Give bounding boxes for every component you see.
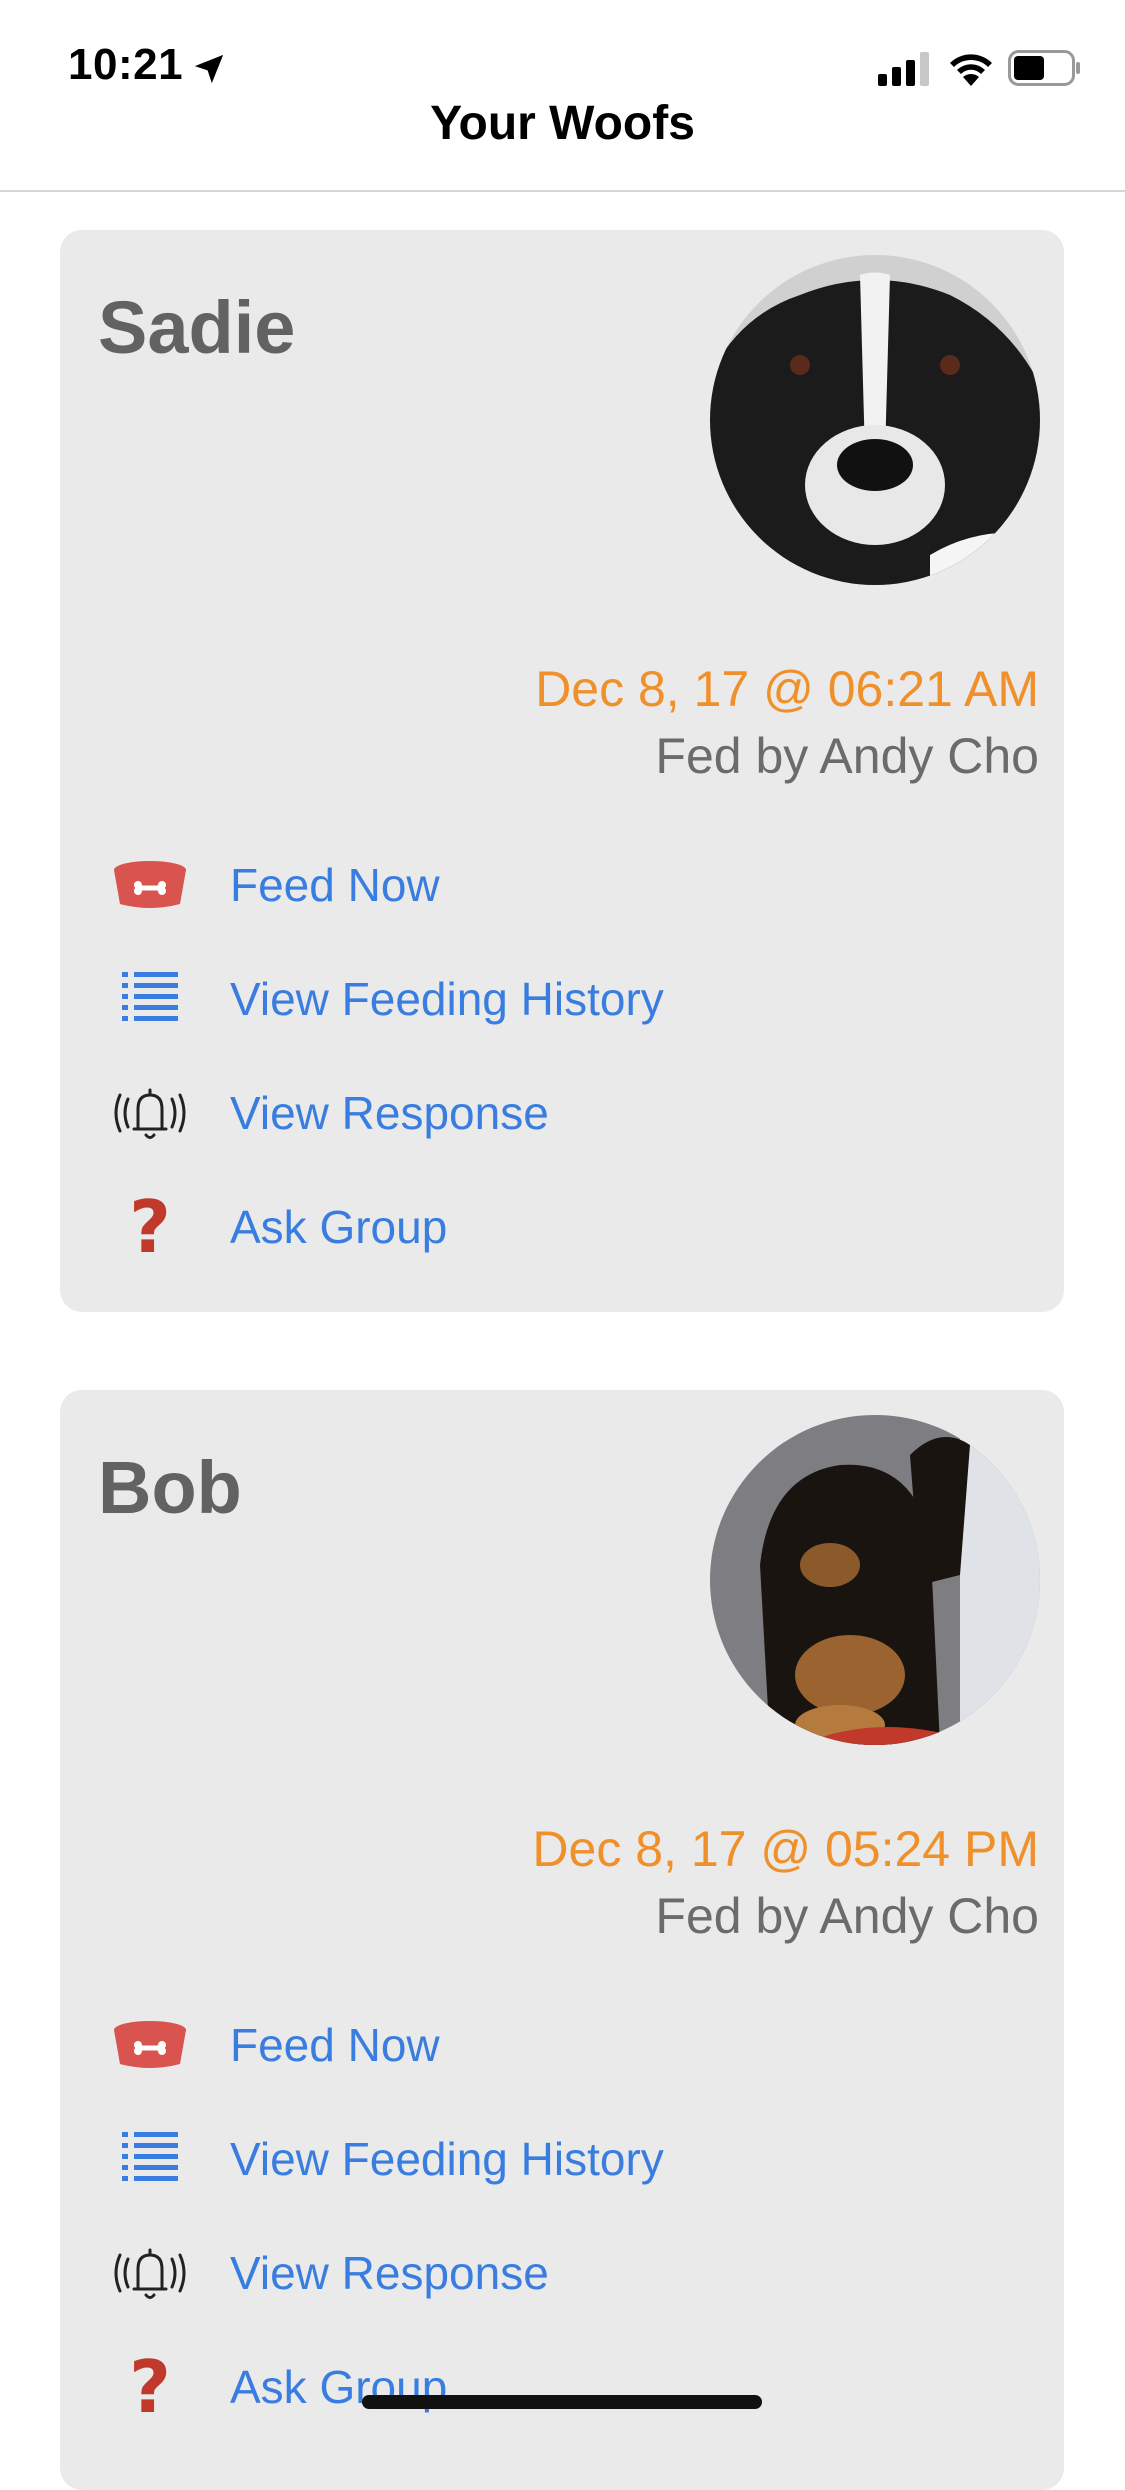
view-feeding-history-button[interactable]: View Feeding History bbox=[110, 2114, 810, 2204]
view-response-button[interactable]: View Response bbox=[110, 2228, 810, 2318]
feed-now-button[interactable]: Feed Now bbox=[110, 840, 810, 930]
fed-by-text: Fed by Andy Cho bbox=[655, 728, 1039, 784]
dog-card-bob: Bob Dec 8, 17 @ 05:24 PM Fed by Andy Cho… bbox=[60, 1390, 1064, 2490]
feed-now-button[interactable]: Feed Now bbox=[110, 2000, 810, 2090]
dog-avatar bbox=[710, 255, 1040, 585]
question-mark-icon: ? bbox=[129, 1185, 171, 1269]
feed-now-label: Feed Now bbox=[230, 859, 440, 911]
ask-group-label: Ask Group bbox=[230, 1201, 448, 1253]
location-arrow-icon bbox=[194, 54, 224, 84]
ask-group-button[interactable]: ? Ask Group bbox=[110, 1182, 810, 1272]
page-title: Your Woofs bbox=[430, 97, 695, 150]
view-feeding-history-label: View Feeding History bbox=[230, 973, 664, 1025]
fed-by-text: Fed by Andy Cho bbox=[655, 1888, 1039, 1944]
last-fed-time: Dec 8, 17 @ 06:21 AM bbox=[535, 661, 1039, 717]
view-response-button[interactable]: View Response bbox=[110, 1068, 810, 1158]
dog-card-sadie: Sadie Dec 8, 17 @ 06:21 AM Fed by Andy C… bbox=[60, 230, 1064, 1312]
ask-group-button[interactable]: ? Ask Group bbox=[110, 2342, 810, 2432]
question-mark-icon: ? bbox=[129, 2345, 171, 2429]
last-fed-time: Dec 8, 17 @ 05:24 PM bbox=[532, 1821, 1039, 1877]
dog-bowl-icon bbox=[110, 2005, 190, 2085]
dog-avatar bbox=[710, 1415, 1040, 1745]
home-indicator[interactable] bbox=[362, 2395, 762, 2409]
feed-now-label: Feed Now bbox=[230, 2019, 440, 2071]
list-icon bbox=[110, 959, 190, 1039]
bell-ringing-icon bbox=[110, 1073, 190, 1153]
dog-name: Bob bbox=[98, 1446, 242, 1529]
wifi-icon bbox=[950, 54, 992, 86]
battery-icon bbox=[1008, 50, 1080, 86]
dog-bowl-icon bbox=[110, 845, 190, 925]
status-time: 10:21 bbox=[68, 40, 184, 89]
navbar-divider bbox=[0, 190, 1125, 192]
cellular-signal-icon bbox=[878, 52, 929, 86]
view-feeding-history-button[interactable]: View Feeding History bbox=[110, 954, 810, 1044]
list-icon bbox=[110, 2119, 190, 2199]
view-feeding-history-label: View Feeding History bbox=[230, 2133, 664, 2185]
view-response-label: View Response bbox=[230, 2247, 549, 2299]
view-response-label: View Response bbox=[230, 1087, 549, 1139]
bell-ringing-icon bbox=[110, 2233, 190, 2313]
dog-name: Sadie bbox=[98, 286, 296, 369]
